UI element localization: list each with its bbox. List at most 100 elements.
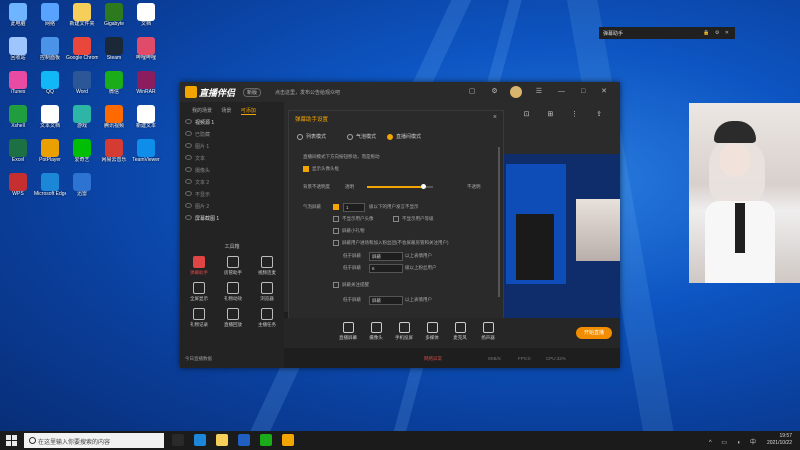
left-footer[interactable]: 今日直播数据 xyxy=(185,356,212,362)
desktop-icon[interactable]: 腾讯视频 xyxy=(98,104,130,136)
dialog-scrollbar[interactable] xyxy=(498,147,500,297)
block-small-gift-checkbox[interactable]: 屏蔽小礼物 xyxy=(333,228,365,234)
window-controls[interactable]: ▢ ⚙ ♡ ☰ — □ ✕ xyxy=(469,87,614,95)
opacity-slider-knob[interactable] xyxy=(421,184,427,189)
preview-tools[interactable]: ⊡ ⊞ ⋮ ⇪ xyxy=(524,110,610,118)
desktop-icon[interactable]: 爱奇艺 xyxy=(66,138,98,170)
block-entry-checkbox[interactable]: 屏蔽用户进场和加入粉丝团(不会屏蔽房管和关注用户) xyxy=(333,240,449,246)
taskbar-app-explorer[interactable] xyxy=(216,434,228,446)
tab-scenes[interactable]: 场景 xyxy=(221,108,231,114)
tool-button[interactable]: 主播任务 xyxy=(252,308,282,328)
filter-enable-checkbox[interactable] xyxy=(333,204,342,210)
desktop-icon[interactable]: Excel xyxy=(2,138,34,170)
desktop-icon[interactable]: 此电脑 xyxy=(2,2,34,34)
widget-controls[interactable]: 🔒 ⚙ ✕ xyxy=(703,30,731,36)
hide-avatar-checkbox[interactable]: 不显示用户头像 xyxy=(333,216,374,222)
tray-icons[interactable]: ^ ▭ ◖ 中 xyxy=(709,437,760,446)
filter-level-select[interactable]: 1 xyxy=(343,203,365,212)
dialog-close-button[interactable]: × xyxy=(493,114,497,121)
start-live-button[interactable]: 开始直播 xyxy=(576,327,612,339)
eye-icon[interactable] xyxy=(185,167,192,172)
eye-icon[interactable] xyxy=(185,119,192,124)
tab-my-scenes[interactable]: 我的场景 xyxy=(192,108,212,114)
eye-icon[interactable] xyxy=(185,191,192,196)
desktop-icon[interactable]: 文本文档 xyxy=(34,104,66,136)
desktop-icon[interactable]: PotPlayer xyxy=(34,138,66,170)
mode-room-radio[interactable]: 直播间模式 xyxy=(387,133,421,140)
desktop-icon[interactable]: TeamViewer xyxy=(130,138,162,170)
tool-button[interactable]: 礼物动效 xyxy=(218,282,248,302)
desktop-icon[interactable]: 网易云音乐 xyxy=(98,138,130,170)
desktop-icon[interactable]: QQ xyxy=(34,70,66,102)
desktop-icon[interactable]: 迅雷 xyxy=(66,172,98,204)
layer-item[interactable]: 摄像头 xyxy=(185,167,280,176)
desktop-icon[interactable]: Google Chrome xyxy=(66,36,98,68)
block-follow-checkbox[interactable]: 屏蔽关注提醒 xyxy=(333,282,369,288)
notice-link[interactable]: 点击这里，发布公告给观众吧 xyxy=(275,89,340,96)
tool-button[interactable]: 礼物记录 xyxy=(184,308,214,328)
layer-item[interactable]: 屏幕截图 1 xyxy=(185,215,280,224)
taskbar-app-edge[interactable] xyxy=(194,434,206,446)
desktop-icon[interactable]: WPS xyxy=(2,172,34,204)
eye-icon[interactable] xyxy=(185,215,192,220)
desktop-icon[interactable]: 控制面板 xyxy=(34,36,66,68)
eye-icon[interactable] xyxy=(185,131,192,136)
source-action-button[interactable]: 摄像头 xyxy=(362,322,390,341)
mode-list-radio[interactable]: 列表模式 xyxy=(297,133,326,140)
sub-filter-select-3[interactable]: 屏蔽 xyxy=(369,296,403,305)
desktop-icon[interactable]: 网络 xyxy=(34,2,66,34)
taskbar-app-task-view[interactable] xyxy=(172,434,184,446)
desktop-icon[interactable]: 新建文件夹 xyxy=(66,2,98,34)
taskbar-app-wechat[interactable] xyxy=(260,434,272,446)
layer-item[interactable]: 文本 xyxy=(185,155,280,164)
layer-item[interactable]: 图片 2 xyxy=(185,203,280,212)
taskbar-app-live-assistant[interactable] xyxy=(282,434,294,446)
show-avatar-checkbox[interactable]: 显示头像头框 xyxy=(303,166,339,172)
eye-icon[interactable] xyxy=(185,143,192,148)
desktop-icon[interactable]: Xshell xyxy=(2,104,34,136)
hide-level-checkbox[interactable]: 不显示用户等级 xyxy=(393,216,434,222)
desktop-icon[interactable]: Microsoft Edge xyxy=(34,172,66,204)
desktop-icon[interactable]: 回收站 xyxy=(2,36,34,68)
eye-icon[interactable] xyxy=(185,155,192,160)
tool-button[interactable]: 直播回放 xyxy=(218,308,248,328)
layer-item[interactable]: 视频源 1 xyxy=(185,119,280,128)
start-button[interactable] xyxy=(6,435,17,446)
desktop-icon[interactable]: Steam xyxy=(98,36,130,68)
sub-filter-select-1[interactable]: 屏蔽 xyxy=(369,252,403,261)
desktop-icon[interactable]: 游戏 xyxy=(66,104,98,136)
tool-button[interactable]: 房管助手 xyxy=(218,256,248,276)
danmu-widget-bar[interactable]: 弹幕助手 🔒 ⚙ ✕ xyxy=(599,27,735,39)
opacity-slider[interactable] xyxy=(367,184,433,189)
sub-filter-select-2[interactable]: 6 xyxy=(369,264,403,273)
layer-item[interactable]: 不显示 xyxy=(185,191,280,200)
source-action-button[interactable]: 直播屏幕 xyxy=(334,322,362,341)
mode-bubble-radio[interactable]: 气泡模式 xyxy=(347,133,376,140)
eye-icon[interactable] xyxy=(185,179,192,184)
taskbar-search[interactable]: 在这里输入你要搜索的内容 xyxy=(24,433,164,448)
tool-button[interactable]: 全屏显示 xyxy=(184,282,214,302)
taskbar-app-app-blue[interactable] xyxy=(238,434,250,446)
version-badge[interactable]: 新版 xyxy=(243,88,262,97)
desktop-icon[interactable]: 哔哩哔哩 xyxy=(130,36,162,68)
source-action-button[interactable]: 多媒体 xyxy=(418,322,446,341)
clock[interactable]: 19:57 2021/10/22 xyxy=(767,433,792,447)
source-action-button[interactable]: 手机投屏 xyxy=(390,322,418,341)
desktop-icon[interactable]: 新建文本 xyxy=(130,104,162,136)
desktop-icon[interactable]: WinRAR xyxy=(130,70,162,102)
source-action-button[interactable]: 扬声器 xyxy=(474,322,502,341)
layer-item[interactable]: 文本 2 xyxy=(185,179,280,188)
tool-button[interactable]: 弹幕助手 xyxy=(184,256,214,276)
desktop-icon[interactable]: 文档 xyxy=(130,2,162,34)
layer-item[interactable]: 已隐藏 xyxy=(185,131,280,140)
eye-icon[interactable] xyxy=(185,203,192,208)
desktop-icon[interactable]: iTunes xyxy=(2,70,34,102)
desktop-icon[interactable]: Gigabyte xyxy=(98,2,130,34)
tab-addable[interactable]: 可添加 xyxy=(240,108,256,115)
tool-button[interactable]: 视频连麦 xyxy=(252,256,282,276)
layer-item[interactable]: 图片 1 xyxy=(185,143,280,152)
desktop-icon[interactable]: Word xyxy=(66,70,98,102)
source-action-button[interactable]: 麦克风 xyxy=(446,322,474,341)
desktop-icon[interactable]: 微信 xyxy=(98,70,130,102)
tool-button[interactable]: 浏览器 xyxy=(252,282,282,302)
